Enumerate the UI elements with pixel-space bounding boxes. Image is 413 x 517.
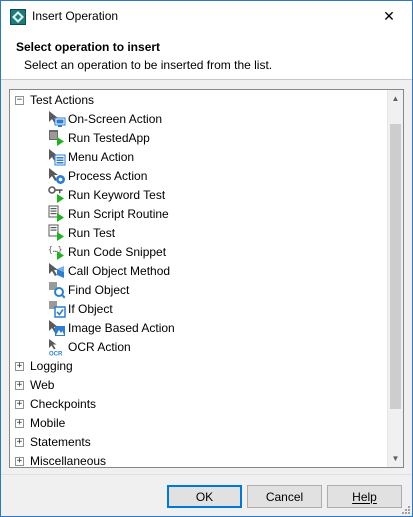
tree-group-label: Statements — [30, 435, 91, 449]
find-object-icon — [49, 282, 66, 299]
tree-item-label: On-Screen Action — [68, 112, 163, 126]
menu-cursor-icon — [49, 149, 66, 166]
tree-group-statements[interactable]: + Statements — [10, 433, 388, 452]
tree-item-run-code-snippet[interactable]: {…} Run Code Snippet — [10, 243, 388, 262]
insert-operation-dialog: Insert Operation ✕ Select operation to i… — [0, 0, 413, 517]
tree-item-on-screen-action[interactable]: On-Screen Action — [10, 110, 388, 129]
tree-group-mobile[interactable]: + Mobile — [10, 414, 388, 433]
expand-toggle[interactable]: + — [15, 438, 24, 447]
tree-item-label: Image Based Action — [68, 321, 175, 335]
svg-text:{…}: {…} — [48, 245, 62, 254]
tree-item-label: Run TestedApp — [68, 131, 150, 145]
tree-item-process-action[interactable]: Process Action — [10, 167, 388, 186]
run-app-icon — [49, 130, 64, 146]
tree-group-web[interactable]: + Web — [10, 376, 388, 395]
tree-item-label: If Object — [68, 302, 113, 316]
expand-toggle[interactable]: + — [15, 381, 24, 390]
expand-toggle[interactable]: + — [15, 362, 24, 371]
header-subtitle: Select an operation to be inserted from … — [24, 58, 273, 72]
tree-item-label: Call Object Method — [68, 264, 171, 278]
expand-toggle[interactable]: + — [15, 400, 24, 409]
tree-item-label: Run Test — [68, 226, 116, 240]
operation-tree[interactable]: − Test Actions On-Screen Action Run Test… — [9, 89, 404, 468]
tree-item-menu-action[interactable]: Menu Action — [10, 148, 388, 167]
tree-item-run-test[interactable]: Run Test — [10, 224, 388, 243]
window-title: Insert Operation — [32, 9, 119, 23]
app-icon — [10, 9, 26, 25]
resize-grip-icon[interactable] — [400, 504, 410, 514]
tree-item-image-based-action[interactable]: Image Based Action — [10, 319, 388, 338]
header-title: Select operation to insert — [16, 40, 161, 54]
ok-button[interactable]: OK — [167, 485, 242, 508]
tree-item-ocr-action[interactable]: OCR OCR Action — [10, 338, 388, 357]
help-button-label: Help — [352, 489, 377, 504]
tree-group-test-actions[interactable]: − Test Actions — [10, 91, 388, 110]
tree-group-checkpoints[interactable]: + Checkpoints — [10, 395, 388, 414]
tree-item-label: Find Object — [68, 283, 130, 297]
tree-group-label: Logging — [30, 359, 73, 373]
tree-group-miscellaneous[interactable]: + Miscellaneous — [10, 452, 388, 468]
tree-item-label: OCR Action — [68, 340, 131, 354]
expand-toggle[interactable]: + — [15, 457, 24, 466]
tree-item-if-object[interactable]: If Object — [10, 300, 388, 319]
tree-item-label: Run Code Snippet — [68, 245, 167, 259]
scroll-up-arrow[interactable]: ▲ — [388, 90, 403, 107]
scroll-down-arrow[interactable]: ▼ — [388, 450, 403, 467]
tree-item-label: Menu Action — [68, 150, 135, 164]
tree-item-label: Process Action — [68, 169, 148, 183]
vertical-scrollbar[interactable]: ▲ ▼ — [387, 90, 403, 467]
call-method-icon — [49, 263, 64, 278]
monitor-cursor-icon — [49, 111, 66, 127]
tree-item-label: Run Keyword Test — [68, 188, 166, 202]
close-button[interactable]: ✕ — [366, 1, 412, 31]
tree-group-label: Miscellaneous — [30, 454, 107, 468]
code-snippet-run-icon: {…} — [48, 245, 64, 260]
tree-group-label: Test Actions — [30, 93, 95, 107]
help-button[interactable]: Help — [327, 485, 402, 508]
tree-item-find-object[interactable]: Find Object — [10, 281, 388, 300]
svg-text:OCR: OCR — [49, 352, 63, 357]
title-bar[interactable]: Insert Operation ✕ — [1, 1, 412, 31]
tree-group-logging[interactable]: + Logging — [10, 357, 388, 376]
tree-item-run-script-routine[interactable]: Run Script Routine — [10, 205, 388, 224]
cancel-button[interactable]: Cancel — [247, 485, 322, 508]
script-run-icon — [48, 205, 64, 222]
tree-item-label: Run Script Routine — [68, 207, 169, 221]
image-cursor-icon — [49, 320, 65, 336]
tree-item-call-object-method[interactable]: Call Object Method — [10, 262, 388, 281]
tree-group-label: Web — [30, 378, 55, 392]
ocr-cursor-icon: OCR — [49, 339, 65, 357]
key-run-icon — [48, 186, 64, 203]
collapse-toggle[interactable]: − — [15, 96, 24, 105]
tree-item-run-keyword-test[interactable]: Run Keyword Test — [10, 186, 388, 205]
tree-item-run-testedapp[interactable]: Run TestedApp — [10, 129, 388, 148]
test-run-icon — [48, 224, 64, 241]
tree-group-label: Mobile — [30, 416, 66, 430]
dialog-header: Select operation to insert Select an ope… — [1, 31, 412, 80]
expand-toggle[interactable]: + — [15, 419, 24, 428]
scroll-thumb[interactable] — [390, 124, 401, 409]
tree-group-label: Checkpoints — [30, 397, 97, 411]
if-object-icon — [49, 301, 66, 318]
gear-cursor-icon — [49, 168, 65, 184]
footer-divider — [1, 474, 412, 475]
